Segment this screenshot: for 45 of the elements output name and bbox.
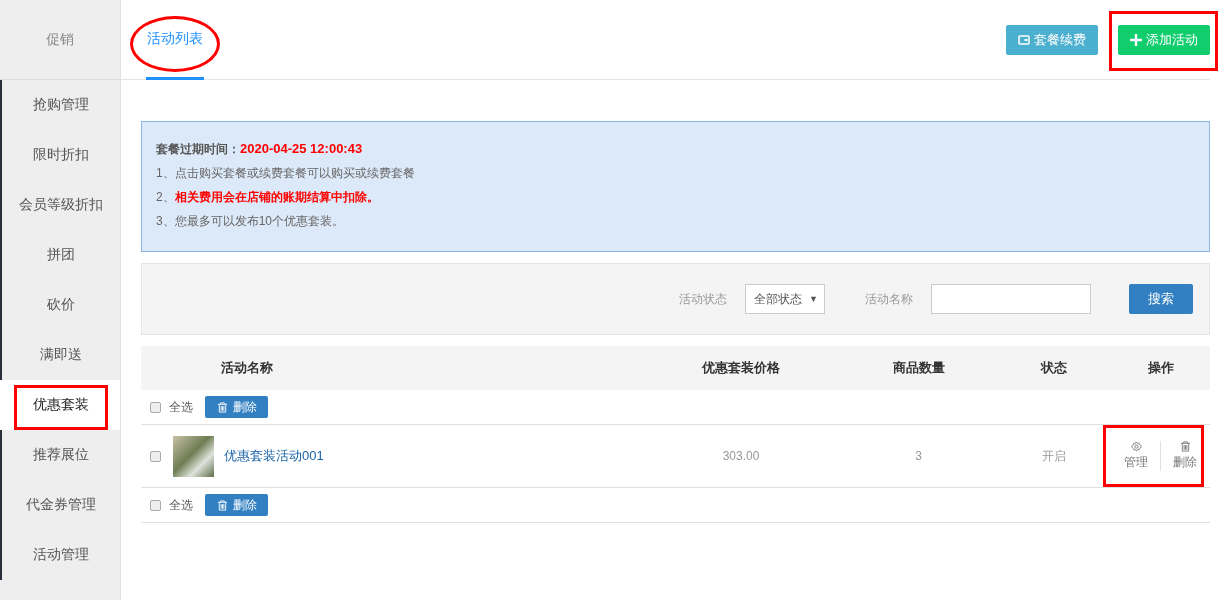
column-header: 状态	[1039, 359, 1068, 377]
column-header: 优惠套装价格	[700, 359, 781, 377]
status-dropdown[interactable]: 全部状态 ▼	[745, 284, 825, 314]
delete-button[interactable]: 删除	[205, 494, 268, 516]
notice-line: 2、相关费用会在店铺的账期结算中扣除。	[156, 189, 380, 206]
plus-icon	[1130, 33, 1142, 46]
sidebar-item[interactable]: 限时折扣	[0, 130, 120, 180]
sidebar-item[interactable]: 代金券管理	[0, 480, 120, 530]
sidebar-item[interactable]: 优惠套装	[0, 380, 120, 430]
expiry-time: 2020-04-25 12:00:43	[240, 141, 363, 156]
notice-line: 1、点击购买套餐或续费套餐可以购买或续费套餐	[156, 165, 416, 182]
filter-label: 活动状态	[679, 290, 727, 308]
wallet-icon	[1018, 33, 1030, 46]
sidebar-item[interactable]: 砍价	[0, 280, 120, 330]
select-all-label: 全选	[169, 496, 193, 514]
trash-icon	[1179, 441, 1191, 452]
sidebar-item[interactable]: 拼团	[0, 230, 120, 280]
column-header: 活动名称	[220, 359, 274, 377]
sidebar-item[interactable]: 推荐展位	[0, 430, 120, 480]
column-header: 操作	[1146, 359, 1175, 377]
notice-line: 3、您最多可以发布10个优惠套装。	[156, 213, 346, 230]
sidebar-item[interactable]: 抢购管理	[0, 80, 120, 130]
expiry-label: 套餐过期时间：	[156, 142, 240, 156]
sidebar-item[interactable]: 会员等级折扣	[0, 180, 120, 230]
sidebar-header: 促销	[0, 0, 120, 80]
checkbox[interactable]	[150, 401, 161, 413]
column-header: 商品数量	[891, 359, 946, 377]
trash-icon	[217, 499, 228, 511]
input-field[interactable]	[931, 284, 1091, 314]
sidebar-item[interactable]: 活动管理	[0, 530, 120, 580]
table-cell-text: 开启	[1040, 447, 1067, 465]
delete-button[interactable]: 删除	[1160, 441, 1209, 471]
table-cell-text: 3	[914, 449, 923, 463]
manage-button[interactable]: 管理	[1112, 441, 1160, 471]
delete-button[interactable]: 删除	[205, 396, 268, 418]
trash-icon	[217, 401, 228, 413]
checkbox[interactable]	[150, 450, 161, 462]
search-button[interactable]: 搜索	[1129, 284, 1193, 314]
caret-icon: ▼	[809, 294, 818, 304]
table-cell-text: 303.00	[721, 449, 761, 463]
photo-placeholder	[173, 435, 214, 477]
checkbox[interactable]	[150, 499, 161, 511]
select-all-label: 全选	[169, 398, 193, 416]
filter-label: 活动名称	[865, 290, 913, 308]
activity-name-link[interactable]: 优惠套装活动001	[224, 447, 324, 465]
